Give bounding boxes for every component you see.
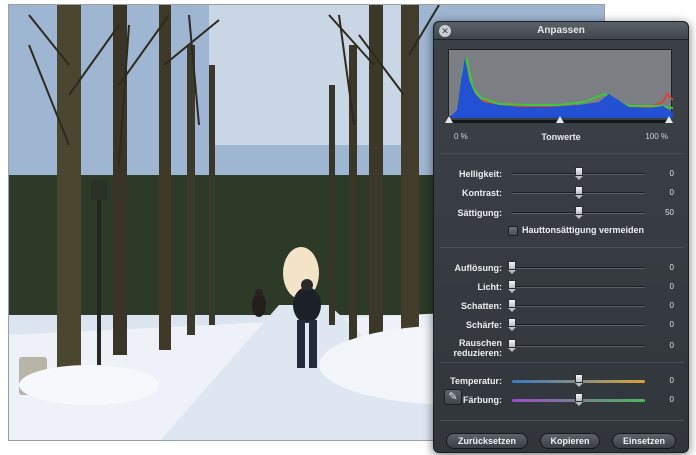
slider-value: 50 — [665, 208, 674, 217]
paste-button[interactable]: Einsetzen — [612, 433, 676, 449]
slider-track[interactable] — [512, 286, 645, 288]
slider-value: 0 — [669, 301, 674, 310]
slider-track[interactable] — [512, 267, 645, 269]
slider-thumb[interactable] — [508, 299, 516, 312]
slider-label: Temperatur: — [450, 376, 502, 386]
slider-label: Helligkeit: — [458, 169, 502, 179]
reset-button[interactable]: Zurücksetzen — [446, 433, 528, 449]
slider-value: 0 — [669, 282, 674, 291]
levels-black-point-handle[interactable] — [445, 116, 453, 123]
slider-thumb[interactable] — [574, 374, 583, 387]
histogram-graph — [449, 56, 674, 118]
slider-track[interactable] — [512, 345, 645, 347]
panel-titlebar[interactable]: ✕ Anpassen — [434, 22, 688, 40]
slider-label: Auflösung: — [454, 263, 503, 273]
divider — [440, 247, 684, 248]
slider-thumb[interactable] — [508, 280, 516, 293]
divider — [440, 420, 684, 421]
slider-thumb[interactable] — [574, 167, 583, 180]
slider-label: Kontrast: — [462, 188, 502, 198]
slider-value: 0 — [669, 341, 674, 350]
levels-white-point-handle[interactable] — [665, 116, 673, 123]
copy-button[interactable]: Kopieren — [540, 433, 600, 449]
levels-max-label: 100 % — [645, 132, 668, 141]
divider — [440, 362, 684, 363]
slider-value: 0 — [669, 376, 674, 385]
slider-thumb[interactable] — [574, 393, 583, 406]
panel-title: Anpassen — [537, 25, 585, 36]
slider-value: 0 — [669, 188, 674, 197]
slider-thumb[interactable] — [574, 206, 583, 219]
slider-value: 0 — [669, 320, 674, 329]
slider-value: 0 — [669, 169, 674, 178]
slider-label: Licht: — [477, 282, 503, 292]
slider-track[interactable] — [512, 305, 645, 307]
skin-tone-checkbox[interactable] — [508, 226, 518, 236]
slider-value: 0 — [669, 263, 674, 272]
slider-label: Schatten: — [460, 301, 502, 311]
adjust-panel: ✕ Anpassen 0 % Tonwerte 100 % Hauttonsät… — [433, 21, 689, 453]
eyedropper-icon[interactable]: ✎ — [444, 389, 462, 405]
slider-label: Sättigung: — [457, 208, 503, 218]
slider-thumb[interactable] — [508, 318, 516, 331]
slider-label: Färbung: — [463, 395, 502, 405]
histogram — [448, 49, 674, 118]
divider — [440, 153, 684, 154]
levels-midpoint-handle[interactable] — [556, 116, 564, 123]
slider-label: Rauschen reduzieren: — [453, 338, 502, 358]
slider-value: 0 — [669, 395, 674, 404]
slider-track[interactable] — [512, 324, 645, 326]
slider-thumb[interactable] — [574, 186, 583, 199]
slider-thumb[interactable] — [508, 339, 516, 352]
skin-tone-label: Hauttonsättigung vermeiden — [522, 225, 645, 235]
slider-label: Schärfe: — [465, 320, 502, 330]
slider-thumb[interactable] — [508, 261, 516, 274]
